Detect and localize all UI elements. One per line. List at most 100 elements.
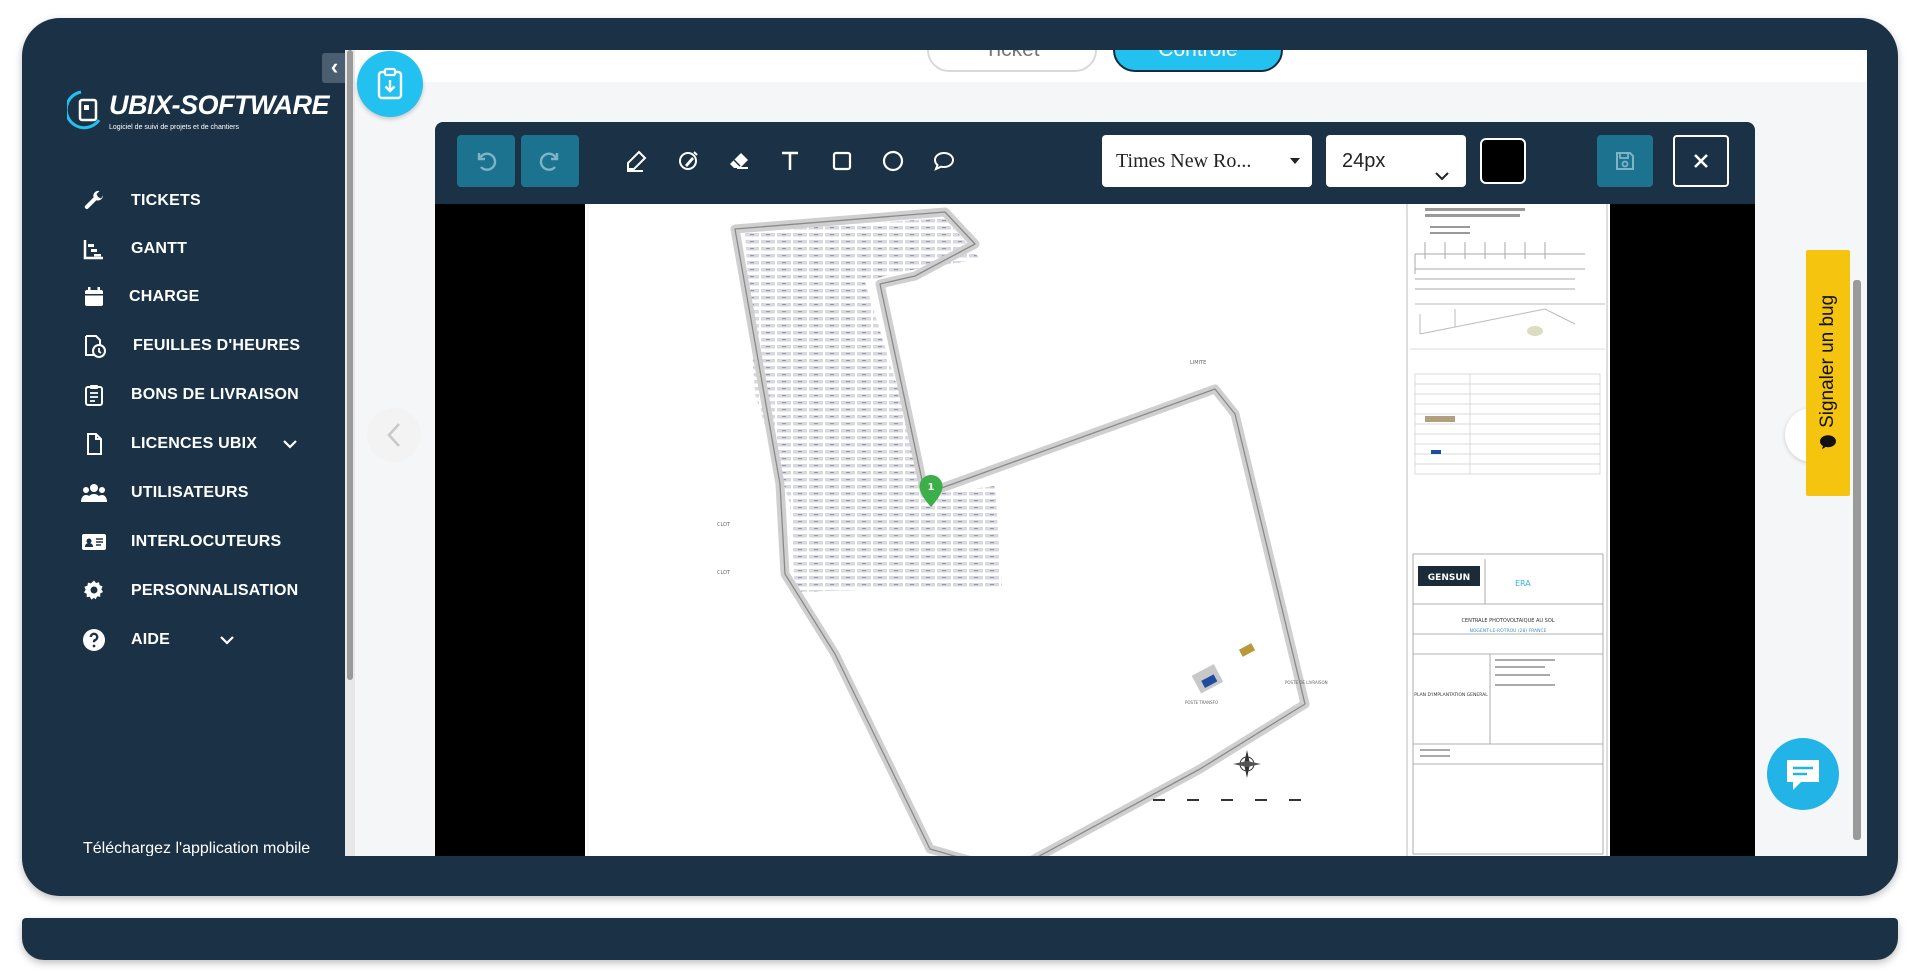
- sidebar-item-label: PERSONNALISATION: [131, 582, 299, 599]
- sidebar-scrollbar-thumb[interactable]: [347, 50, 353, 680]
- close-icon: [1694, 154, 1708, 168]
- svg-text:LIMITE: LIMITE: [1190, 360, 1206, 366]
- mobile-app-link[interactable]: Téléchargez l'application mobile: [83, 840, 310, 856]
- report-bug-label: Signaler un bug: [1817, 295, 1839, 451]
- font-family-value: Times New Ro...: [1116, 150, 1252, 172]
- chevron-down-icon: [1434, 152, 1450, 204]
- mode-tabs: Ticket Contrôle: [355, 50, 1867, 82]
- circle-icon: [882, 150, 904, 172]
- pen-tool[interactable]: [619, 144, 653, 178]
- chevron-left-icon: ‹: [330, 54, 339, 79]
- clipboard-download-button[interactable]: [357, 51, 423, 117]
- clipboard-list-icon: [81, 382, 107, 408]
- redo-icon: [539, 152, 559, 171]
- font-size-select[interactable]: 24px: [1326, 135, 1466, 187]
- chat-support-button[interactable]: [1767, 738, 1839, 810]
- close-editor-button[interactable]: [1673, 135, 1729, 187]
- main-scrollbar-thumb[interactable]: [1853, 280, 1861, 840]
- compass-rose: [1233, 750, 1261, 778]
- sidebar-item-label: CHARGE: [129, 288, 200, 305]
- save-icon: [1616, 152, 1634, 170]
- highlighter-icon: [679, 151, 698, 170]
- sidebar-item-label: LICENCES UBIX: [131, 435, 258, 452]
- gantt-chart-icon: [81, 236, 107, 262]
- rectangle-icon: [832, 151, 852, 171]
- sidebar-item-gantt[interactable]: GANTT: [63, 225, 345, 273]
- sidebar-item-licences-ubix[interactable]: LICENCES UBIX: [63, 420, 345, 468]
- sidebar-item-tickets[interactable]: TICKETS: [63, 177, 345, 225]
- sidebar-item-label: AIDE: [131, 631, 171, 648]
- undo-icon: [477, 152, 497, 171]
- report-bug-tab[interactable]: Signaler un bug: [1806, 250, 1850, 496]
- chevron-left-icon: [387, 423, 400, 447]
- save-button[interactable]: [1597, 135, 1653, 187]
- sidebar-item-label: TICKETS: [131, 192, 201, 209]
- svg-text:CLOT: CLOT: [717, 570, 731, 576]
- speech-bubble-tool[interactable]: [927, 144, 961, 178]
- sidebar-item-label: UTILISATEURS: [131, 484, 249, 501]
- chat-icon: [1787, 760, 1819, 790]
- site-plan-document: LIMITE POSTE DE LIVRAISON POSTE TRANSFO …: [585, 204, 1610, 856]
- sidebar-item-label: INTERLOCUTEURS: [131, 533, 282, 550]
- sidebar-item-feuilles-heures[interactable]: FEUILLES D'HEURES: [63, 322, 345, 370]
- sidebar-item-interlocuteurs[interactable]: INTERLOCUTEURS: [63, 518, 345, 566]
- document-icon: [81, 431, 107, 457]
- redo-button[interactable]: [521, 135, 579, 187]
- chevron-down-icon[interactable]: [219, 632, 235, 648]
- sidebar-item-charge[interactable]: CHARGE: [63, 273, 345, 321]
- plan-title: CENTRALE PHOTOVOLTAIQUE AU SOL: [1461, 618, 1554, 624]
- annotation-editor: Times New Ro... 24px LIMITE POSTE DE LIV…: [435, 122, 1755, 856]
- device-base: [22, 918, 1898, 960]
- brand-tagline: Logiciel de suivi de projets et de chant…: [109, 124, 239, 131]
- sidebar-item-bons-livraison[interactable]: BONS DE LIVRAISON: [63, 371, 345, 419]
- svg-text:ERA: ERA: [1515, 579, 1531, 588]
- text-tool[interactable]: [773, 144, 807, 178]
- tab-controle[interactable]: Contrôle: [1113, 50, 1283, 72]
- svg-text:POSTE DE LIVRAISON: POSTE DE LIVRAISON: [1285, 680, 1328, 685]
- text-icon: [782, 151, 798, 170]
- sidebar: ‹ UBIX-SOFTWARE Logiciel de suivi de pro…: [63, 50, 347, 856]
- sidebar-item-utilisateurs[interactable]: UTILISATEURS: [63, 469, 345, 517]
- clipboard-download-icon: [377, 67, 403, 100]
- sidebar-item-label: GANTT: [131, 240, 188, 257]
- sidebar-scrollbar[interactable]: [345, 50, 355, 856]
- previous-button[interactable]: [367, 408, 421, 462]
- timesheet-clock-icon: [81, 333, 107, 359]
- plan-subtitle: NOGENT-LE-ROTROU (28) FRANCE: [1470, 628, 1547, 634]
- sidebar-collapse-button[interactable]: ‹: [322, 53, 347, 83]
- svg-text:POSTE TRANSFO: POSTE TRANSFO: [1185, 700, 1218, 705]
- sidebar-item-aide[interactable]: AIDE: [63, 616, 345, 664]
- main-content: Ticket Contrôle: [355, 50, 1867, 856]
- drawing-canvas[interactable]: LIMITE POSTE DE LIVRAISON POSTE TRANSFO …: [435, 204, 1755, 856]
- eraser-tool[interactable]: [722, 144, 756, 178]
- highlighter-tool[interactable]: [671, 144, 705, 178]
- sidebar-item-label: FEUILLES D'HEURES: [133, 337, 301, 354]
- location-marker[interactable]: 1: [918, 474, 944, 508]
- chevron-down-icon[interactable]: [282, 436, 298, 452]
- gensun-logo: GENSUN: [1428, 573, 1470, 583]
- speech-bubble-icon: [1817, 428, 1838, 451]
- app-screen: ‹ UBIX-SOFTWARE Logiciel de suivi de pro…: [63, 50, 1867, 856]
- brand-logo[interactable]: UBIX-SOFTWARE Logiciel de suivi de proje…: [67, 90, 337, 150]
- color-picker[interactable]: [1480, 138, 1526, 184]
- tab-ticket[interactable]: Ticket: [927, 50, 1097, 72]
- svg-text:CLOT: CLOT: [717, 522, 731, 528]
- report-bug-text: Signaler un bug: [1817, 294, 1838, 428]
- caret-down-icon: [1290, 158, 1300, 164]
- marker-label: 1: [928, 482, 935, 493]
- pen-icon: [627, 150, 647, 172]
- scale-bar: [1153, 799, 1301, 801]
- circle-tool[interactable]: [876, 144, 910, 178]
- sidebar-item-label: BONS DE LIVRAISON: [131, 386, 299, 403]
- font-size-value: 24px: [1342, 150, 1386, 172]
- rectangle-tool[interactable]: [825, 144, 859, 178]
- speech-bubble-icon: [933, 151, 955, 171]
- wrench-icon: [81, 188, 107, 214]
- ubix-logo-icon: [67, 90, 101, 130]
- sidebar-item-personnalisation[interactable]: PERSONNALISATION: [63, 567, 345, 615]
- help-circle-icon: [81, 627, 107, 653]
- undo-button[interactable]: [457, 135, 515, 187]
- font-family-select[interactable]: Times New Ro...: [1102, 135, 1312, 187]
- brand-name: UBIX-SOFTWARE: [109, 90, 330, 120]
- plan-drawing-name: PLAN D'IMPLANTATION GENERAL: [1414, 692, 1488, 698]
